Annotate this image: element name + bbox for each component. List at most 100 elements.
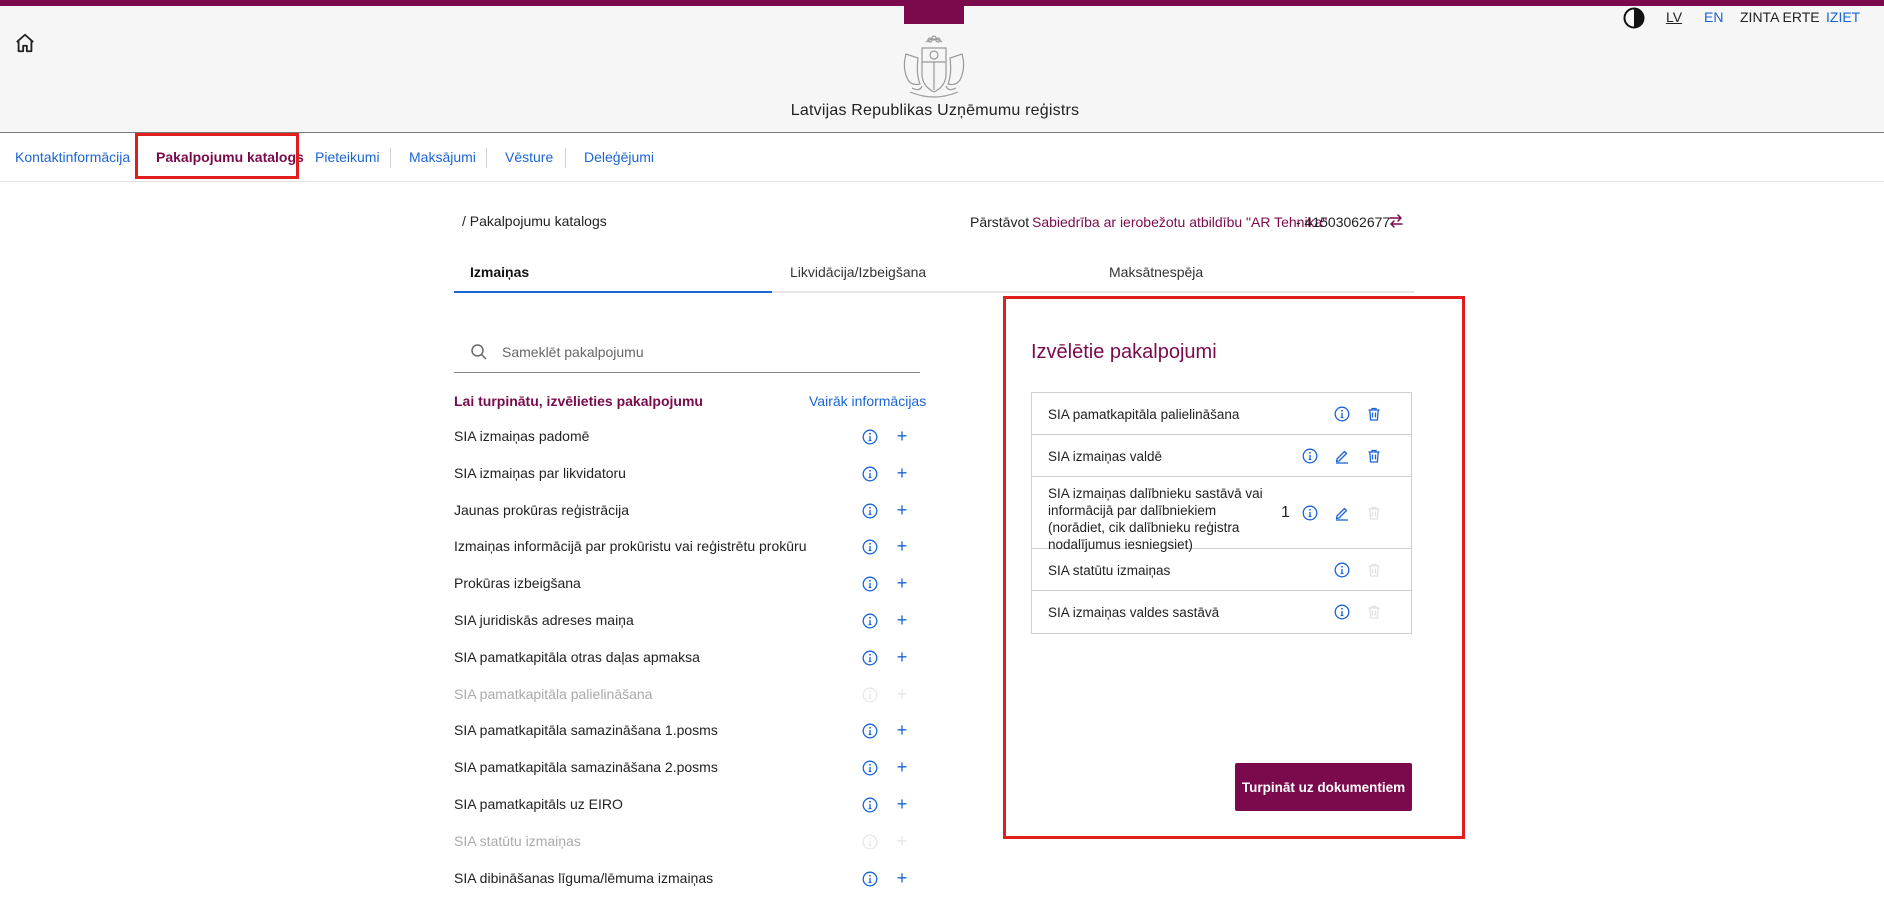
service-name: SIA pamatkapitāla palielināšana [454, 685, 653, 702]
service-name: SIA pamatkapitāls uz EIRO [454, 795, 623, 812]
trash-icon [1366, 505, 1382, 521]
info-icon[interactable] [1334, 562, 1350, 578]
plus-icon[interactable]: + [895, 573, 909, 593]
info-icon[interactable] [862, 613, 878, 629]
nav-applications[interactable]: Pieteikumi [315, 149, 380, 165]
info-icon[interactable] [862, 650, 878, 666]
service-list-item: Jaunas prokūras reģistrācija + [454, 497, 920, 534]
trash-icon [1366, 562, 1382, 578]
lang-en-link[interactable]: EN [1704, 9, 1723, 25]
info-icon [862, 834, 878, 850]
service-list-item: SIA izmaiņas par likvidatoru + [454, 460, 920, 497]
coat-of-arms-logo [898, 34, 970, 102]
selected-service-row: SIA izmaiņas dalībnieku sastāvā vai info… [1032, 477, 1411, 552]
active-tab-indicator [454, 291, 772, 293]
home-icon[interactable] [12, 30, 38, 56]
tab-liquidation[interactable]: Likvidācija/Izbeigšana [790, 264, 926, 280]
edit-icon[interactable] [1334, 448, 1350, 464]
plus-icon[interactable]: + [895, 463, 909, 483]
trash-icon [1366, 604, 1382, 620]
nav-contact-info[interactable]: Kontaktinformācija [15, 149, 130, 165]
service-list-item: SIA izmaiņas padomē + [454, 423, 920, 460]
plus-icon[interactable]: + [895, 647, 909, 667]
top-brand-tab [904, 0, 964, 24]
search-box [454, 331, 920, 373]
service-list-item: Prokūras izbeigšana + [454, 570, 920, 607]
logout-link[interactable]: IZIET [1826, 9, 1860, 25]
selected-service-name: SIA izmaiņas valdē [1048, 448, 1163, 464]
trash-icon[interactable] [1366, 406, 1382, 422]
nav-payments[interactable]: Maksājumi [409, 149, 476, 165]
info-icon[interactable] [1302, 505, 1318, 521]
search-icon [470, 343, 488, 361]
service-list-item: SIA pamatkapitāls uz EIRO + [454, 791, 920, 828]
service-name: Jaunas prokūras reģistrācija [454, 501, 630, 518]
service-name: SIA dibināšanas līguma/lēmuma izmaiņas [454, 869, 714, 886]
list-heading: Lai turpinātu, izvēlieties pakalpojumu [454, 393, 703, 409]
info-icon[interactable] [1334, 406, 1350, 422]
selected-service-row: SIA statūtu izmaiņas [1032, 549, 1411, 591]
service-name: SIA pamatkapitāla samazināšana 2.posms [454, 759, 718, 776]
selected-service-count: 1 [1281, 504, 1290, 521]
info-icon[interactable] [862, 760, 878, 776]
info-icon[interactable] [862, 576, 878, 592]
service-name: SIA pamatkapitāla samazināšana 1.posms [454, 722, 718, 739]
nav-delegations[interactable]: Deleģējumi [584, 149, 654, 165]
selected-service-name: SIA statūtu izmaiņas [1048, 562, 1171, 578]
info-icon[interactable] [862, 466, 878, 482]
info-icon[interactable] [1334, 604, 1350, 620]
plus-icon: + [896, 683, 908, 704]
selected-service-row: SIA pamatkapitāla palielināšana [1032, 393, 1411, 435]
service-list-item: SIA pamatkapitāla otras daļas apmaksa + [454, 644, 920, 681]
nav-separator [390, 148, 391, 168]
representing-company: Sabiedrība ar ierobežotu atbildību "AR T… [1032, 214, 1328, 230]
representing-code: - 41503062677 [1296, 214, 1391, 230]
service-name: Prokūras izbeigšana [454, 575, 581, 592]
nav-separator [565, 148, 566, 168]
service-list-item: Izmaiņas informācijā par prokūristu vai … [454, 533, 920, 570]
service-name: SIA statūtu izmaiņas [454, 832, 581, 849]
plus-icon[interactable]: + [895, 500, 909, 520]
selected-service-row: SIA izmaiņas valdē [1032, 435, 1411, 477]
service-list-item: SIA statūtu izmaiņas + [454, 828, 920, 865]
lang-lv-link[interactable]: LV [1666, 9, 1682, 25]
nav-history[interactable]: Vēsture [505, 149, 553, 165]
selected-service-name: SIA izmaiņas valdes sastāvā [1048, 604, 1220, 620]
info-icon[interactable] [862, 503, 878, 519]
selected-service-name: SIA izmaiņas dalībnieku sastāvā vai info… [1048, 486, 1263, 552]
trash-icon[interactable] [1366, 448, 1382, 464]
plus-icon[interactable]: + [895, 536, 909, 556]
info-icon[interactable] [862, 797, 878, 813]
user-name: ZINTA ERTE [1740, 9, 1820, 25]
edit-icon[interactable] [1334, 505, 1350, 521]
service-name: SIA izmaiņas par likvidatoru [454, 464, 626, 481]
service-name: SIA juridiskās adreses maiņa [454, 611, 634, 628]
plus-icon: + [896, 830, 908, 851]
info-icon[interactable] [1302, 448, 1318, 464]
more-info-link[interactable]: Vairāk informācijas [809, 393, 926, 409]
info-icon [862, 687, 878, 703]
service-name: Izmaiņas informācijā par prokūristu vai … [454, 538, 807, 555]
info-icon[interactable] [862, 723, 878, 739]
continue-to-documents-button[interactable]: Turpināt uz dokumentiem [1235, 763, 1412, 811]
service-list-item: SIA pamatkapitāla palielināšana + [454, 681, 920, 718]
service-list: SIA izmaiņas padomē + SIA izmaiņas par lik… [454, 423, 920, 901]
plus-icon[interactable]: + [895, 720, 909, 740]
selected-services-table: SIA pamatkapitāla palielināšana SIA izmai… [1031, 392, 1412, 634]
contrast-icon[interactable] [1622, 6, 1646, 30]
swap-icon[interactable] [1388, 213, 1404, 229]
plus-icon[interactable]: + [895, 426, 909, 446]
nav-separator [486, 148, 487, 168]
info-icon[interactable] [862, 871, 878, 887]
plus-icon[interactable]: + [895, 610, 909, 630]
search-input[interactable] [502, 340, 902, 364]
plus-icon[interactable]: + [895, 868, 909, 888]
service-name: SIA izmaiņas padomē [454, 428, 590, 444]
info-icon[interactable] [862, 429, 878, 445]
plus-icon[interactable]: + [895, 794, 909, 814]
service-list-item: SIA juridiskās adreses maiņa + [454, 607, 920, 644]
plus-icon[interactable]: + [895, 757, 909, 777]
tab-changes[interactable]: Izmaiņas [470, 264, 529, 280]
info-icon[interactable] [862, 539, 878, 555]
tab-insolvency[interactable]: Maksātnespēja [1109, 264, 1203, 280]
